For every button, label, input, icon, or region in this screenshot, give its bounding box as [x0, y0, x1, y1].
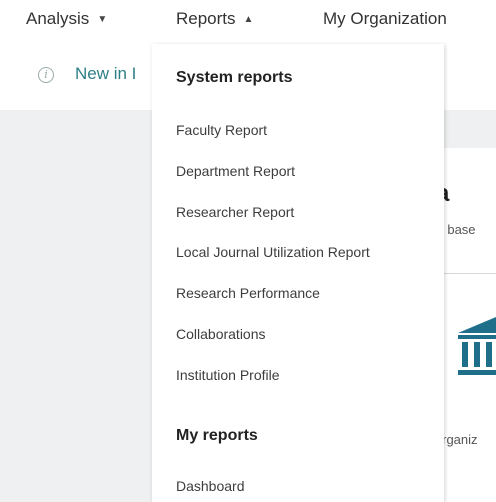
- nav-reports-menu[interactable]: Reports ▲: [176, 9, 253, 29]
- nav-analysis-menu[interactable]: Analysis ▼: [26, 9, 107, 29]
- institution-icon: [458, 317, 496, 375]
- menu-item-dashboard[interactable]: Dashboard: [176, 478, 245, 494]
- info-icon: i: [38, 67, 54, 83]
- top-navigation: Analysis ▼ Reports ▲ My Organization: [0, 0, 496, 40]
- caret-down-icon: ▼: [97, 14, 108, 26]
- banner-link[interactable]: New in I: [75, 64, 136, 84]
- menu-item-collaborations[interactable]: Collaborations: [176, 326, 266, 342]
- my-reports-heading: My reports: [176, 427, 258, 444]
- menu-item-research-performance[interactable]: Research Performance: [176, 285, 320, 301]
- menu-item-faculty-report[interactable]: Faculty Report: [176, 122, 267, 138]
- menu-item-institution-profile[interactable]: Institution Profile: [176, 367, 280, 383]
- nav-my-organization[interactable]: My Organization: [323, 9, 447, 29]
- nav-reports-label: Reports: [176, 9, 236, 28]
- reports-dropdown-menu: System reports Faculty Report Department…: [152, 44, 444, 502]
- menu-item-department-report[interactable]: Department Report: [176, 163, 295, 179]
- menu-item-researcher-report[interactable]: Researcher Report: [176, 204, 294, 220]
- menu-item-local-journal-utilization-report[interactable]: Local Journal Utilization Report: [176, 244, 370, 260]
- system-reports-heading: System reports: [176, 69, 293, 86]
- nav-analysis-label: Analysis: [26, 9, 90, 28]
- nav-my-organization-label: My Organization: [323, 9, 447, 28]
- caret-up-icon: ▲: [243, 14, 254, 26]
